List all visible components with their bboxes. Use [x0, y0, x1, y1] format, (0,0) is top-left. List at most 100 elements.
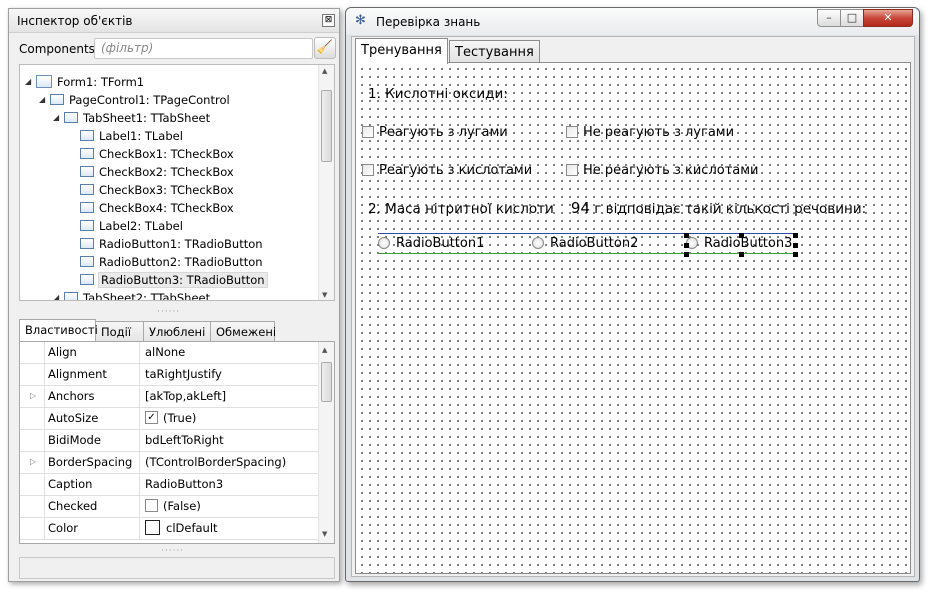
- expand-arrow-icon[interactable]: ◢: [39, 91, 45, 109]
- broom-icon[interactable]: 🧹: [314, 37, 336, 59]
- checkbox-4[interactable]: Не реагують з кислотами: [566, 163, 759, 178]
- selection-line-bottom: [378, 253, 798, 254]
- minimize-button[interactable]: –: [817, 9, 841, 27]
- selection-handle[interactable]: [684, 233, 689, 238]
- property-value: (TControlBorderSpacing): [145, 455, 287, 469]
- property-name: Anchors: [44, 386, 140, 407]
- tab-testing[interactable]: Тестування: [449, 40, 540, 63]
- property-value-cell[interactable]: RadioButton3: [142, 474, 223, 495]
- selection-handle[interactable]: [793, 252, 798, 257]
- property-row[interactable]: ▷ Anchors [akTop,akLeft]: [20, 386, 318, 408]
- tree-node[interactable]: ◢ PageControl1: TPageControl: [39, 91, 230, 109]
- property-value-cell[interactable]: alNone: [142, 342, 185, 363]
- scroll-up-icon[interactable]: ▲: [322, 346, 327, 354]
- close-icon[interactable]: ⊠: [322, 14, 335, 27]
- checkbox-icon[interactable]: ✓: [145, 411, 158, 424]
- property-value-cell[interactable]: (TControlBorderSpacing): [142, 452, 286, 473]
- component-tree[interactable]: ◢ Form1: TForm1 ◢ PageControl1: TPageContro…: [19, 64, 335, 301]
- property-value-cell[interactable]: bdLeftToRight: [142, 430, 224, 451]
- radio-button-3[interactable]: RadioButton3: [686, 236, 792, 251]
- tree-node[interactable]: Label1: TLabel: [80, 127, 183, 145]
- checkbox-box[interactable]: [362, 163, 374, 176]
- selection-handle[interactable]: [684, 243, 689, 248]
- expand-arrow-icon[interactable]: ▷: [30, 457, 36, 466]
- splitter-grip[interactable]: ······: [157, 307, 180, 317]
- selection-handle[interactable]: [793, 243, 798, 248]
- property-row[interactable]: BidiMode bdLeftToRight: [20, 430, 318, 452]
- property-value-cell[interactable]: clDefault: [142, 518, 218, 539]
- tree-node[interactable]: CheckBox2: TCheckBox: [80, 163, 234, 181]
- property-value-cell[interactable]: (False): [142, 496, 201, 517]
- tree-scrollbar[interactable]: ▲ ▼: [318, 65, 334, 300]
- maximize-button[interactable]: □: [840, 9, 864, 27]
- property-row[interactable]: Caption RadioButton3: [20, 474, 318, 496]
- tab-properties[interactable]: Властивості: [19, 319, 98, 341]
- scroll-up-icon[interactable]: ▲: [322, 67, 327, 75]
- tree-node[interactable]: ◢ Form1: TForm1: [25, 73, 144, 91]
- property-grid[interactable]: Align alNone Alignment taRightJustify ▷ Ancho…: [19, 341, 335, 544]
- grid-scrollbar[interactable]: ▲ ▼: [318, 342, 334, 543]
- property-row[interactable]: Align alNone: [20, 342, 318, 364]
- scrollbar-thumb[interactable]: [321, 90, 332, 162]
- expand-arrow-icon[interactable]: ◢: [25, 73, 31, 91]
- checkbox-box[interactable]: [362, 125, 374, 138]
- property-row[interactable]: AutoSize ✓ (True): [20, 408, 318, 430]
- tab-favorites[interactable]: Улюблені: [143, 321, 211, 341]
- property-value-cell[interactable]: [akTop,akLeft]: [142, 386, 226, 407]
- expand-arrow-icon[interactable]: ◢: [53, 109, 59, 127]
- splitter-grip[interactable]: ······: [161, 546, 184, 556]
- checkbox-icon[interactable]: [145, 499, 158, 512]
- tree-node[interactable]: CheckBox3: TCheckBox: [80, 181, 234, 199]
- mass-value[interactable]: 94: [571, 199, 590, 217]
- selection-handle[interactable]: [793, 233, 798, 238]
- tree-node[interactable]: ◢ TabSheet1: TTabSheet: [53, 109, 210, 127]
- tab-restricted[interactable]: Обмежені: [210, 321, 276, 341]
- tree-node-label: CheckBox1: TCheckBox: [99, 147, 234, 161]
- tree-node[interactable]: ◢ TabSheet2: TTabSheet: [53, 289, 211, 301]
- tree-node-label: TabSheet2: TTabSheet: [83, 291, 211, 301]
- radio-circle[interactable]: [532, 236, 544, 249]
- inspector-title-bar[interactable]: Інспектор об'єктів ⊠: [9, 9, 339, 33]
- checkbox-3[interactable]: Реагують з кислотами: [362, 163, 532, 178]
- checkbox-1[interactable]: Реагують з лугами: [362, 125, 508, 140]
- checkbox-box[interactable]: [566, 125, 578, 138]
- checkbox-label: Реагують з кислотами: [379, 163, 533, 178]
- tree-node[interactable]: RadioButton1: TRadioButton: [80, 235, 263, 253]
- component-icon: [80, 274, 94, 285]
- selection-handle[interactable]: [739, 252, 744, 257]
- tab-events[interactable]: Події: [95, 321, 144, 341]
- form-title-bar[interactable]: ✻ Перевірка знань – □ ✕: [346, 8, 919, 35]
- selection-handle[interactable]: [739, 233, 744, 238]
- expand-arrow-icon[interactable]: ◢: [53, 289, 59, 300]
- radio-circle[interactable]: [378, 236, 390, 249]
- checkbox-box[interactable]: [566, 163, 578, 176]
- tree-node[interactable]: CheckBox4: TCheckBox: [80, 199, 234, 217]
- color-swatch[interactable]: [145, 520, 160, 535]
- checkbox-2[interactable]: Не реагують з лугами: [566, 125, 734, 140]
- tree-node[interactable]: Label2: TLabel: [80, 217, 183, 235]
- property-name: Color: [44, 518, 140, 539]
- property-row[interactable]: Checked (False): [20, 496, 318, 518]
- close-button[interactable]: ✕: [863, 9, 913, 27]
- scrollbar-thumb[interactable]: [321, 362, 332, 402]
- filter-input[interactable]: (фільтр): [94, 38, 313, 59]
- expand-arrow-icon[interactable]: ▷: [30, 391, 36, 400]
- scroll-down-icon[interactable]: ▼: [322, 291, 327, 299]
- tab-sheet-design-surface[interactable]: 1. Кислотні оксиди: Реагують з лугами Не…: [355, 62, 911, 574]
- scroll-down-icon[interactable]: ▼: [322, 530, 327, 538]
- tree-node[interactable]: RadioButton3: TRadioButton: [80, 271, 268, 289]
- tree-node[interactable]: CheckBox1: TCheckBox: [80, 145, 234, 163]
- selection-handle[interactable]: [684, 252, 689, 257]
- property-row[interactable]: ▷ BorderSpacing (TControlBorderSpacing): [20, 452, 318, 474]
- checkbox-label: Не реагують з кислотами: [583, 163, 759, 178]
- property-value-cell[interactable]: ✓ (True): [142, 408, 196, 429]
- radio-button-1[interactable]: RadioButton1: [378, 236, 484, 251]
- property-value-cell[interactable]: taRightJustify: [142, 364, 222, 385]
- radio-button-2[interactable]: RadioButton2: [532, 236, 638, 251]
- property-row[interactable]: Alignment taRightJustify: [20, 364, 318, 386]
- tree-node[interactable]: RadioButton2: TRadioButton: [80, 253, 263, 271]
- property-row[interactable]: Color clDefault: [20, 518, 318, 540]
- tab-training[interactable]: Тренування: [355, 38, 448, 64]
- property-value: (False): [163, 499, 201, 513]
- property-name: Checked: [44, 496, 140, 517]
